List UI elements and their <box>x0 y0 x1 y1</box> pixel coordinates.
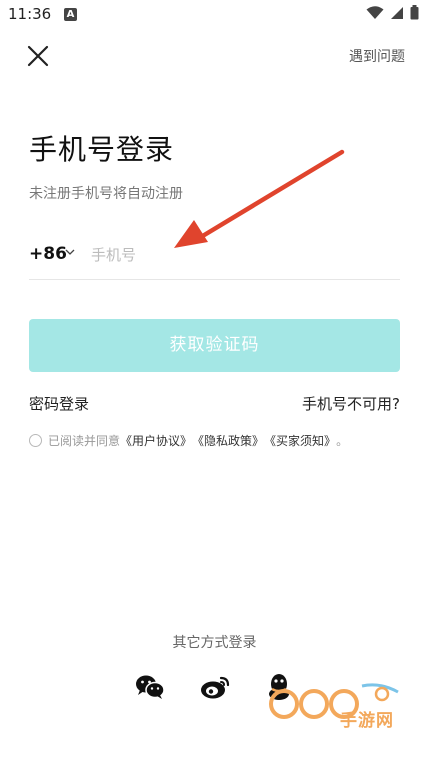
weibo-login-button[interactable] <box>200 674 230 704</box>
password-login-link[interactable]: 密码登录 <box>29 393 89 414</box>
agreement-row: 已阅读并同意 《用户协议》 《隐私政策》 《买家须知》 。 <box>29 432 348 449</box>
privacy-policy-link[interactable]: 《隐私政策》 <box>192 432 264 449</box>
battery-icon <box>410 5 419 20</box>
notification-icon: A <box>64 8 77 21</box>
weibo-icon <box>201 676 230 699</box>
help-link[interactable]: 遇到问题 <box>349 46 405 66</box>
get-verification-code-button[interactable]: 获取验证码 <box>29 319 400 372</box>
wechat-login-button[interactable] <box>135 674 165 704</box>
annotation-arrow-icon <box>174 149 345 248</box>
signal-icon <box>391 6 403 19</box>
agreement-prefix: 已阅读并同意 <box>48 434 121 448</box>
close-button[interactable] <box>24 42 52 70</box>
page-subtitle: 未注册手机号将自动注册 <box>29 186 183 202</box>
close-icon <box>27 45 49 67</box>
user-agreement-link[interactable]: 《用户协议》 <box>120 432 192 449</box>
chevron-down-icon[interactable] <box>65 248 75 256</box>
agreement-suffix: 。 <box>336 434 349 448</box>
wifi-icon <box>366 5 384 19</box>
status-indicators <box>366 5 419 20</box>
agreement-checkbox[interactable] <box>29 434 42 447</box>
status-time: 11:36 <box>8 5 52 23</box>
phone-unavailable-link[interactable]: 手机号不可用? <box>302 393 400 414</box>
other-login-title: 其它方式登录 <box>172 635 257 651</box>
country-code-selector[interactable]: +86 <box>29 244 67 264</box>
wechat-icon <box>136 675 165 699</box>
buyer-notice-link[interactable]: 《买家须知》 <box>264 432 336 449</box>
page-title: 手机号登录 <box>29 133 175 166</box>
watermark-text: 手游网 <box>340 711 394 731</box>
notification-letter: A <box>66 9 75 20</box>
